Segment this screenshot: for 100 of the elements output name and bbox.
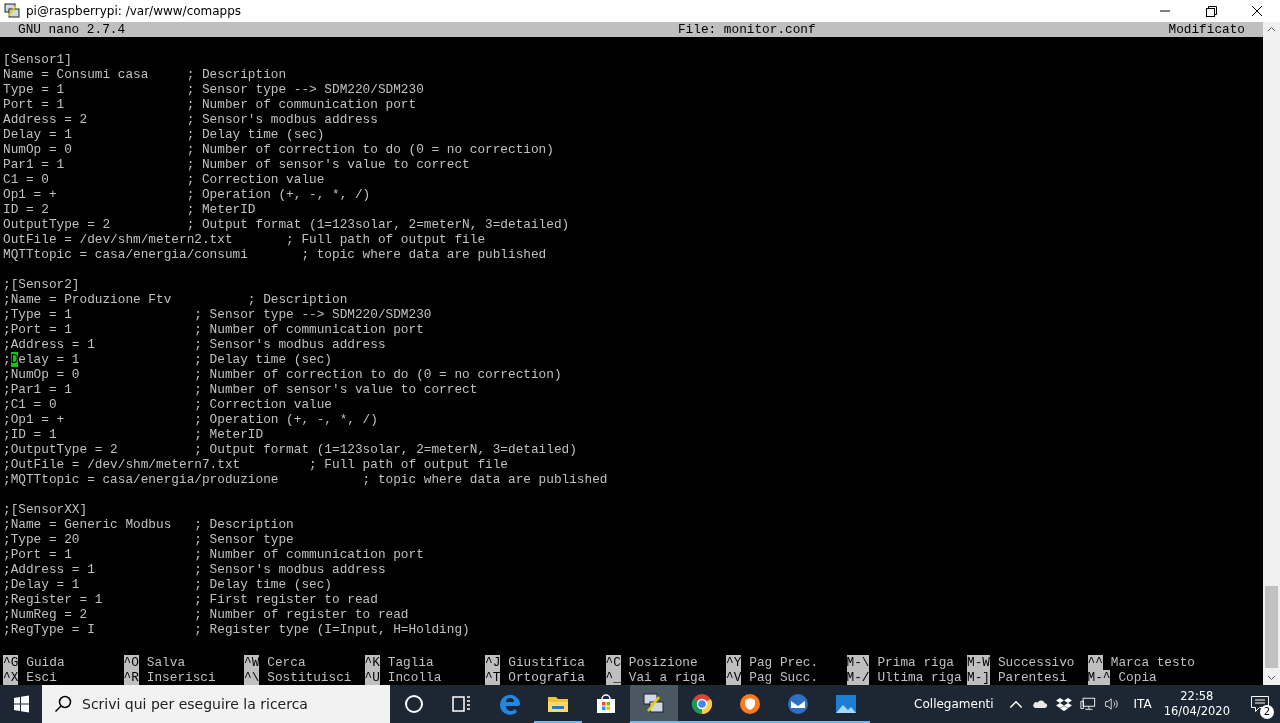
code-line: ;Address = 1 ; Sensor's modbus address <box>3 562 386 577</box>
shortcut-key: ^^ <box>1087 655 1103 670</box>
code-line: ;RegType = I ; Register type (I=Input, H=Holding) <box>3 622 470 637</box>
editor-version: GNU nano 2.7.4 <box>18 22 126 37</box>
code-line: Op1 = + ; Operation (+, -, *, /) <box>3 187 371 202</box>
notification-icon[interactable] <box>1250 695 1270 713</box>
shortcut-key: ^R <box>123 670 139 685</box>
shortcut-key: ^X <box>3 670 19 685</box>
code-line: NumOp = 0 ; Number of correction to do (0 = no correction) <box>3 142 554 157</box>
shortcut-label: Ortografia <box>508 670 585 685</box>
code-line: ;NumOp = 0 ; Number of correction to do (0 = no correction) <box>3 367 562 382</box>
envelope-icon <box>786 692 810 716</box>
taskbar-button[interactable] <box>630 685 678 723</box>
clock-time[interactable]: 22:58 <box>1180 689 1214 704</box>
shortcut-label: Giustifica <box>508 655 585 670</box>
shopping-bag-icon <box>594 692 618 716</box>
shortcut-label: Marca testo <box>1110 655 1195 670</box>
shortcut-key: M-/ <box>846 670 870 685</box>
code-line: MQTTtopic = casa/energia/consumi ; topic where data are published <box>3 247 547 262</box>
shortcut-key: ^G <box>3 655 19 670</box>
code-line: ;OutFile = /dev/shm/metern7.txt ; Full path of output file <box>3 457 508 472</box>
code-line: ;Name = Produzione Ftv ; Description <box>3 292 348 307</box>
shortcut-key: ^J <box>485 655 501 670</box>
shortcut-key: M-] <box>967 670 990 685</box>
code-line: ;Address = 1 ; Sensor's modbus address <box>3 337 386 352</box>
code-line: ;Type = 20 ; Sensor type <box>3 532 294 547</box>
shortcut-label: Successivo <box>997 655 1075 670</box>
input-language[interactable]: ITA <box>1133 697 1152 711</box>
code-line: ;Port = 1 ; Number of communication port <box>3 547 424 562</box>
code-line: ;C1 = 0 ; Correction value <box>3 397 332 412</box>
shortcut-key: ^\ <box>244 670 260 685</box>
shortcut-label: Vai a riga <box>628 670 706 685</box>
shortcut-label: Ultima riga <box>877 670 962 685</box>
shortcut-label: Cerca <box>267 655 306 670</box>
code-line: ;Delay = 1 ; Delay time (sec) <box>3 577 332 592</box>
code-line: OutputType = 2 ; Output format (1=123solar, 2=meterN, 3=detailed) <box>3 217 570 232</box>
code-line: ;Par1 = 1 ; Number of sensor's value to correct <box>3 382 478 397</box>
shortcut-key: ^O <box>123 655 139 670</box>
code-line: ID = 2 ; MeterID <box>3 202 256 217</box>
code-line: C1 = 0 ; Correction value <box>3 172 325 187</box>
code-line: Address = 2 ; Sensor's modbus address <box>3 112 378 127</box>
code-line: Delay = 1 ; Delay time (sec) <box>3 127 325 142</box>
code-line: OutFile = /dev/shm/metern2.txt ; Full path of output file <box>3 232 486 247</box>
shortcut-key: ^T <box>485 670 501 685</box>
shortcut-label: Guida <box>26 655 65 670</box>
shortcut-label: Esci <box>26 670 57 685</box>
shortcut-key: M-^ <box>1087 670 1111 685</box>
scrollbar[interactable] <box>1263 22 1280 685</box>
code-line: ;Port = 1 ; Number of communication port <box>3 322 424 337</box>
shortcut-label: Prima riga <box>877 655 954 670</box>
code-line: ;Name = Generic Modbus ; Description <box>3 517 294 532</box>
code-line: Name = Consumi casa ; Description <box>3 67 287 82</box>
shortcut-key: ^W <box>244 655 260 670</box>
circle-icon <box>402 692 426 716</box>
shortcut-label: Inserisci <box>146 670 216 685</box>
shortcut-label: Incolla <box>387 670 442 685</box>
browser-e-icon <box>498 692 522 716</box>
shortcut-label: Pag Prec. <box>749 655 819 670</box>
code-line: ;Op1 = + ; Operation (+, -, *, /) <box>3 412 378 427</box>
volume-icon[interactable] <box>1103 696 1120 712</box>
search-field[interactable]: Scrivi qui per eseguire la ricerca <box>42 685 390 723</box>
code-line: Type = 1 ; Sensor type --> SDM220/SDM230 <box>3 82 424 97</box>
shield-icon <box>738 692 762 716</box>
shortcut-label: Sostituisci <box>267 670 352 685</box>
code-line: ;NumReg = 2 ; Number of register to read <box>3 607 409 622</box>
modified-status: Modificato <box>1168 22 1245 37</box>
shortcut-label: Copia <box>1118 670 1157 685</box>
scrollbar-thumb[interactable] <box>1265 586 1278 668</box>
picture-icon <box>834 692 858 716</box>
terminal-app-icon <box>4 3 20 19</box>
shortcut-key: ^_ <box>605 670 621 685</box>
terminal-app-icon <box>642 692 666 716</box>
code-line: ;ID = 1 ; MeterID <box>3 427 264 442</box>
code-line: ;Delay = 1 ; Delay time (sec) <box>3 352 332 367</box>
shortcut-key: ^C <box>605 655 621 670</box>
code-line: [Sensor1] <box>3 52 72 67</box>
shortcut-label: Posizione <box>628 655 698 670</box>
shortcut-label: Salva <box>146 655 186 670</box>
shortcut-label: Pag Succ. <box>749 670 819 685</box>
clock-date[interactable]: 16/04/2020 <box>1163 704 1230 719</box>
shortcut-key: ^U <box>364 670 380 685</box>
code-line: ;Register = 1 ; First register to read <box>3 592 378 607</box>
file-name: File: monitor.conf <box>677 22 816 37</box>
code-line: ;Type = 1 ; Sensor type --> SDM220/SDM230 <box>3 307 432 322</box>
shortcut-key: ^V <box>726 670 742 685</box>
browser-circle-icon <box>690 692 714 716</box>
toolbar-label[interactable]: Collegamenti <box>914 697 994 711</box>
code-line: Port = 1 ; Number of communication port <box>3 97 417 112</box>
shortcut-key: M-\ <box>846 655 870 670</box>
shortcut-key: ^Y <box>726 655 742 670</box>
code-line: ;[SensorXX] <box>3 502 88 517</box>
shortcut-key: M-W <box>967 655 990 670</box>
box-icon[interactable] <box>1055 696 1072 712</box>
window-title: pi@raspberrypi: /var/www/comapps <box>26 4 243 18</box>
network-icon[interactable] <box>1079 696 1096 712</box>
notification-count: 2 <box>1260 705 1274 719</box>
code-line: ;[Sensor2] <box>3 277 80 292</box>
shortcut-label: Taglia <box>387 655 434 670</box>
code-line: ;MQTTtopic = casa/energia/produzione ; topic where data are published <box>3 472 608 487</box>
code-line: Par1 = 1 ; Number of sensor's value to correct <box>3 157 470 172</box>
